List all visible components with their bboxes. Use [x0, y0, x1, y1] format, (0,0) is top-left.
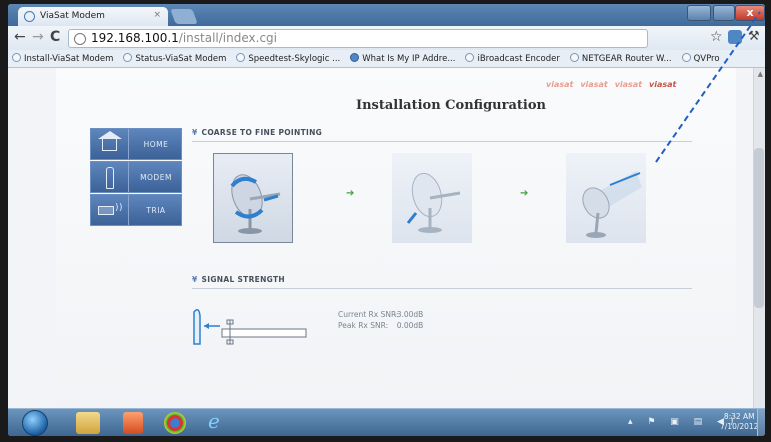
peak-snr-label: Peak Rx SNR: — [338, 321, 389, 330]
page-title: Installation Configuration — [356, 98, 546, 113]
forward-arrow-icon[interactable]: → — [32, 29, 44, 45]
window-minimize-button[interactable] — [687, 5, 711, 21]
section-title-signal: SIGNAL STRENGTH — [201, 275, 285, 284]
snr-values: -3.00dB 0.00dB — [394, 309, 423, 331]
dish-coarse-illustration — [230, 174, 281, 234]
bookmark-item[interactable]: What Is My IP Addre... — [346, 50, 461, 64]
bookmark-label: NETGEAR Router W... — [581, 54, 672, 64]
tab-close-icon[interactable]: × — [153, 10, 161, 20]
pointing-step-coarse — [213, 153, 293, 243]
window-close-button[interactable]: x — [735, 5, 765, 21]
peak-snr-value: 0.00dB — [396, 321, 424, 330]
page-scrollbar[interactable]: ▲ — [753, 68, 765, 408]
bookmark-item[interactable]: Speedtest-Skylogic ... — [232, 50, 346, 64]
viasat-logo: viasat — [614, 80, 643, 89]
taskbar-ie-icon[interactable]: e — [208, 409, 232, 433]
pointing-step-fine — [392, 153, 472, 243]
globe-icon — [123, 53, 133, 62]
home-icon — [91, 129, 129, 159]
taskbar-media-player-icon[interactable] — [123, 412, 143, 434]
nav-modem-button[interactable]: MODEM — [90, 161, 182, 193]
tab-favicon-icon — [24, 11, 35, 22]
bookmark-item[interactable]: NETGEAR Router W... — [566, 50, 678, 64]
taskbar-chrome-icon[interactable] — [164, 412, 186, 434]
scroll-up-arrow-icon[interactable]: ▲ — [758, 70, 763, 78]
bookmarks-bar: Install-ViaSat Modem Status-ViaSat Modem S… — [8, 50, 765, 68]
page-viewport: viasat viasat viasat viasat Installation Co… — [8, 68, 765, 408]
extension-icon[interactable] — [728, 30, 742, 44]
page-content: viasat viasat viasat viasat Installation Co… — [56, 68, 736, 408]
clock-date: 7/10/2012 — [720, 422, 759, 431]
modem-outline-icon — [193, 309, 201, 345]
taskbar-clock[interactable]: 8:32 AM 7/10/2012 — [720, 412, 758, 432]
dish-aligned-illustration — [582, 171, 642, 238]
current-snr-label: Current Rx SNR: — [338, 310, 399, 319]
globe-icon — [681, 53, 691, 62]
bookmark-item[interactable]: Status-ViaSat Modem — [119, 50, 232, 64]
chevron-down-icon: ¥ — [192, 128, 198, 137]
section-header-coarse-pointing: ¥ COARSE TO FINE POINTING — [192, 128, 692, 142]
section-title-coarse: COARSE TO FINE POINTING — [201, 128, 323, 137]
url-host: 192.168.100.1 — [91, 31, 179, 45]
globe-icon — [236, 53, 246, 62]
nav-home-label: HOME — [143, 140, 169, 149]
bookmark-label: QVPro — [693, 54, 720, 64]
taskbar-explorer-icon[interactable] — [76, 412, 100, 434]
bookmark-item[interactable]: Install-ViaSat Modem — [8, 50, 119, 64]
globe-icon — [74, 33, 86, 45]
globe-icon — [465, 53, 475, 62]
back-arrow-icon[interactable]: ← — [14, 29, 26, 45]
bookmark-label: Status-ViaSat Modem — [135, 54, 227, 64]
section-header-signal-strength: ¥ SIGNAL STRENGTH — [192, 275, 692, 289]
viasat-logo: viasat — [649, 80, 677, 89]
snr-labels: Current Rx SNR: Peak Rx SNR: — [338, 309, 398, 331]
browser-toolbar: ← → C 192.168.100.1/install/index.cgi ☆ … — [8, 26, 765, 50]
browser-tab-strip: ViaSat Modem × x — [8, 4, 765, 26]
nav-tria-label: TRIA — [146, 206, 166, 215]
globe-icon — [569, 53, 579, 62]
reload-icon[interactable]: C — [50, 29, 60, 45]
window-maximize-button[interactable] — [713, 5, 735, 21]
next-step-arrow-icon: ➔ — [346, 188, 355, 199]
nav-home-button[interactable]: HOME — [90, 128, 182, 160]
bookmark-item[interactable]: QVPro — [678, 50, 726, 64]
youtube-icon — [350, 53, 360, 62]
clock-time: 8:32 AM — [723, 412, 755, 421]
nav-modem-label: MODEM — [140, 173, 172, 182]
modem-icon — [91, 162, 129, 192]
wrench-menu-icon[interactable]: ⚒ — [748, 29, 760, 44]
bookmark-label: What Is My IP Addre... — [362, 54, 456, 64]
windows-taskbar: e ▴ ⚑ ▣ ▤ ◀) 8:32 AM 7/10/2012 — [8, 408, 765, 436]
desktop-screen: ViaSat Modem × x ← → C 192.168.100.1/ins… — [8, 4, 765, 436]
new-tab-button[interactable] — [170, 9, 198, 24]
browser-tab[interactable]: ViaSat Modem × — [18, 7, 168, 26]
address-bar[interactable]: 192.168.100.1/install/index.cgi — [68, 29, 648, 48]
show-desktop-button[interactable] — [757, 409, 765, 436]
bookmark-label: iBroadcast Encoder — [477, 54, 560, 64]
dish-fine-illustration — [406, 172, 461, 233]
bookmark-label: Install-ViaSat Modem — [24, 54, 114, 64]
nav-tria-button[interactable]: )) TRIA — [90, 194, 182, 226]
url-path: /install/index.cgi — [178, 31, 277, 45]
bookmark-item[interactable]: iBroadcast Encoder — [461, 50, 565, 64]
scrollbar-thumb[interactable] — [754, 148, 764, 308]
start-button[interactable] — [22, 410, 48, 436]
pointing-step-aligned — [566, 153, 646, 243]
bookmark-star-icon[interactable]: ☆ — [710, 29, 723, 45]
brand-logos: viasat viasat viasat viasat — [546, 80, 683, 89]
current-snr-value: -3.00dB — [394, 310, 424, 319]
next-step-arrow-icon: ➔ — [520, 188, 529, 199]
tria-icon: )) — [91, 195, 129, 225]
signal-meter-graphic — [193, 309, 307, 345]
bookmark-label: Speedtest-Skylogic ... — [248, 54, 341, 64]
signal-strength-bar — [221, 328, 307, 338]
chevron-down-icon: ¥ — [192, 275, 198, 284]
globe-icon — [12, 53, 21, 62]
viasat-logo: viasat — [580, 80, 608, 89]
viasat-logo: viasat — [546, 80, 574, 89]
tab-title: ViaSat Modem — [40, 11, 105, 21]
